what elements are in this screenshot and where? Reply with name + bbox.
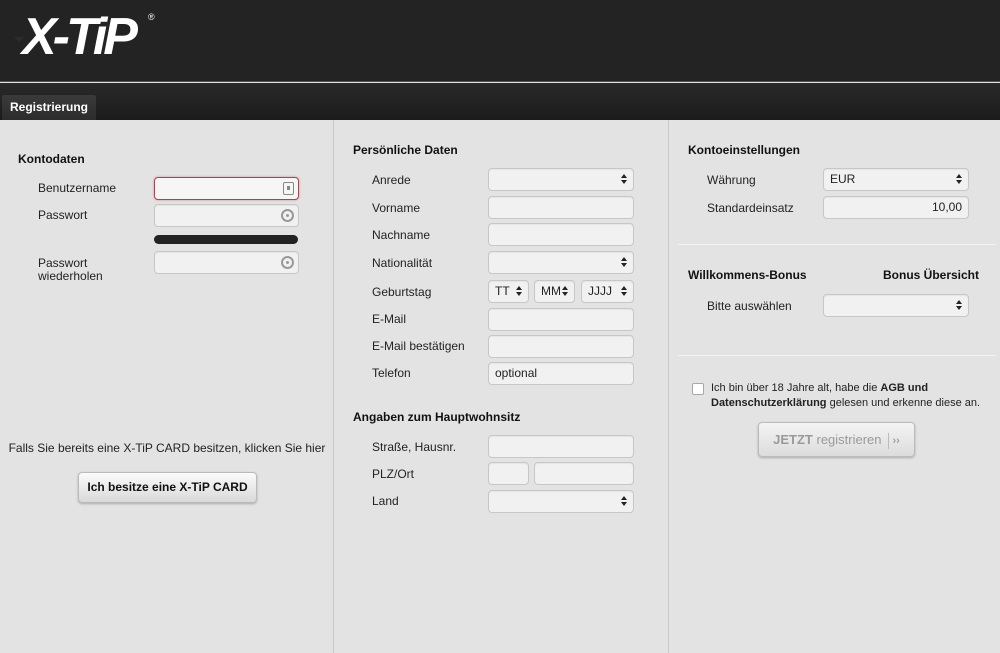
salutation-label: Anrede xyxy=(372,173,411,187)
button-separator xyxy=(887,432,889,449)
phone-input[interactable]: optional xyxy=(488,362,634,385)
currency-label: Währung xyxy=(707,173,756,187)
settings-column: Kontoeinstellungen Währung EUR Standarde… xyxy=(670,120,1000,653)
lastname-input[interactable] xyxy=(488,223,634,246)
currency-select[interactable]: EUR xyxy=(823,168,969,191)
salutation-select[interactable] xyxy=(488,168,634,191)
terms-checkbox[interactable] xyxy=(692,383,704,395)
logo-text: X-TiP xyxy=(22,8,138,66)
registered-mark: ® xyxy=(148,12,155,22)
password-key-icon xyxy=(281,256,294,269)
account-column: Kontodaten Benutzername Passwort Passwor… xyxy=(0,120,334,653)
password-strength-bar xyxy=(154,235,298,244)
personal-column: Persönliche Daten Anrede Vorname Nachnam… xyxy=(335,120,669,653)
password-repeat-label: Passwort wiederholen xyxy=(38,256,103,283)
select-arrows-icon xyxy=(956,299,962,312)
privacy-link[interactable]: Datenschutzerklärung xyxy=(711,397,827,409)
bonus-select[interactable] xyxy=(823,294,969,317)
tab-registrierung[interactable]: Registrierung xyxy=(2,95,96,120)
select-arrows-icon xyxy=(621,256,627,269)
section-divider xyxy=(678,244,996,245)
currency-value: EUR xyxy=(830,172,856,186)
terms-text-part-1: Ich bin über 18 Jahre alt, habe die xyxy=(711,382,881,394)
section-divider xyxy=(678,355,996,356)
password-input[interactable] xyxy=(154,204,299,227)
register-button-bold: JETZT xyxy=(773,432,813,447)
nationality-select[interactable] xyxy=(488,251,634,274)
country-select[interactable] xyxy=(488,490,634,513)
username-input[interactable] xyxy=(154,177,299,200)
email-confirm-input[interactable] xyxy=(488,335,634,358)
select-arrows-icon xyxy=(621,173,627,186)
register-button-text: registrieren xyxy=(812,432,882,447)
stake-input[interactable]: 10,00 xyxy=(823,196,969,219)
agb-link[interactable]: AGB und xyxy=(880,382,928,394)
birthday-year-select[interactable]: JJJJ xyxy=(581,280,634,303)
terms-text-part-2: gelesen und erkenne diese an. xyxy=(826,397,981,409)
email-confirm-label: E-Mail bestätigen xyxy=(372,339,465,353)
country-label: Land xyxy=(372,494,399,508)
zip-city-label: PLZ/Ort xyxy=(372,467,415,481)
tab-bar: Registrierung xyxy=(0,83,1000,120)
personal-section-title: Persönliche Daten xyxy=(353,143,458,157)
password-key-icon xyxy=(281,209,294,222)
street-input[interactable] xyxy=(488,435,634,458)
firstname-label: Vorname xyxy=(372,201,421,215)
password-label: Passwort xyxy=(38,208,88,222)
select-arrows-icon xyxy=(956,173,962,186)
birthday-month-select[interactable]: MM xyxy=(534,280,575,303)
zip-input[interactable] xyxy=(488,462,529,485)
phone-label: Telefon xyxy=(372,366,411,380)
double-chevron-icon: ›› xyxy=(892,435,900,447)
birthday-month-value: MM xyxy=(541,284,561,298)
select-arrows-icon xyxy=(621,285,627,298)
bonus-overview-link[interactable]: Bonus Übersicht xyxy=(883,268,979,282)
firstname-input[interactable] xyxy=(488,196,634,219)
terms-text: Ich bin über 18 Jahre alt, habe die AGB … xyxy=(711,381,991,411)
xtip-logo[interactable]: X-TiP ® xyxy=(22,6,172,68)
username-label: Benutzername xyxy=(38,181,117,195)
select-arrows-icon xyxy=(516,285,522,298)
city-input[interactable] xyxy=(534,462,634,485)
residence-section-title: Angaben zum Hauptwohnsitz xyxy=(353,410,521,424)
select-arrows-icon xyxy=(562,285,568,298)
lastname-label: Nachname xyxy=(372,228,431,242)
bonus-section-title: Willkommens-Bonus xyxy=(688,268,807,282)
birthday-year-value: JJJJ xyxy=(588,284,612,298)
settings-section-title: Kontoeinstellungen xyxy=(688,143,800,157)
contact-card-icon xyxy=(283,182,294,195)
email-input[interactable] xyxy=(488,308,634,331)
select-arrows-icon xyxy=(621,495,627,508)
card-hint-text: Falls Sie bereits eine X-TiP CARD besitz… xyxy=(8,441,326,455)
birthday-day-value: TT xyxy=(495,284,510,298)
account-section-title: Kontodaten xyxy=(18,152,85,166)
password-repeat-input[interactable] xyxy=(154,251,299,274)
birthday-day-select[interactable]: TT xyxy=(488,280,529,303)
register-button[interactable]: JETZT registrieren ›› xyxy=(758,422,915,457)
birthday-label: Geburtstag xyxy=(372,285,432,299)
nationality-label: Nationalität xyxy=(372,256,433,270)
bonus-select-label: Bitte auswählen xyxy=(707,299,792,313)
stake-label: Standardeinsatz xyxy=(707,201,794,215)
xtip-card-button[interactable]: Ich besitze eine X-TiP CARD xyxy=(78,472,257,503)
header: X-TiP ® xyxy=(0,0,1000,82)
street-label: Straße, Hausnr. xyxy=(372,440,457,454)
email-label: E-Mail xyxy=(372,312,407,326)
tab-pointer xyxy=(14,37,24,42)
